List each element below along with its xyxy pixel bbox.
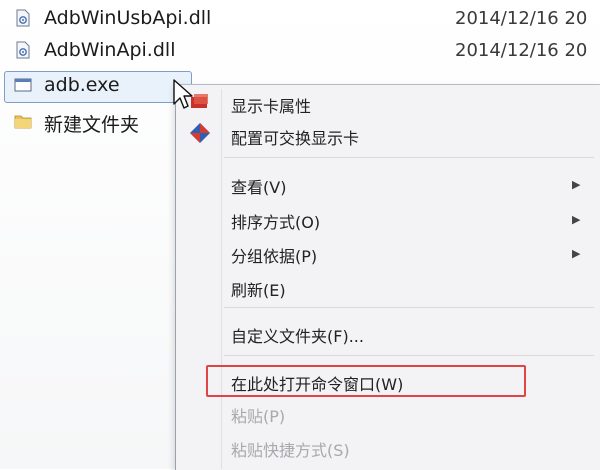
menu-item-view[interactable]: 查看(V) bbox=[231, 174, 286, 198]
menu-item-customize-folder[interactable]: 自定义文件夹(F)... bbox=[231, 323, 364, 347]
menu-separator bbox=[224, 355, 594, 356]
menu-item-display-properties[interactable]: 显示卡属性 bbox=[231, 93, 311, 117]
menu-item-group-by[interactable]: 分组依据(P) bbox=[231, 243, 317, 267]
file-date: 2014/12/16 20 bbox=[455, 8, 588, 29]
folder-icon bbox=[14, 115, 32, 129]
file-name: AdbWinApi.dll bbox=[44, 39, 176, 61]
menu-separator bbox=[224, 307, 594, 308]
submenu-arrow-icon: ▶ bbox=[572, 247, 581, 260]
menu-separator bbox=[224, 157, 594, 158]
switchable-graphics-icon bbox=[190, 123, 210, 143]
context-menu: 显示卡属性 配置可交换显示卡 查看(V) ▶ 排序方式(O) ▶ 分组依据(P)… bbox=[175, 84, 600, 470]
dll-file-icon bbox=[16, 9, 30, 27]
menu-item-refresh[interactable]: 刷新(E) bbox=[231, 277, 286, 301]
file-row-adbwinapi[interactable]: AdbWinApi.dll 2014/12/16 20 bbox=[0, 36, 600, 64]
exe-file-icon bbox=[14, 78, 32, 92]
menu-item-paste: 粘贴(P) bbox=[231, 407, 286, 426]
file-row-adbwinusbapi[interactable]: AdbWinUsbApi.dll 2014/12/16 20 bbox=[0, 4, 600, 32]
mouse-cursor-icon bbox=[173, 79, 193, 109]
file-name: adb.exe bbox=[44, 74, 120, 96]
menu-item-switchable-graphics[interactable]: 配置可交换显示卡 bbox=[231, 125, 359, 149]
submenu-arrow-icon: ▶ bbox=[572, 178, 581, 191]
menu-icon-gutter bbox=[221, 89, 222, 469]
dll-file-icon bbox=[16, 41, 30, 59]
menu-item-paste-shortcut: 粘贴快捷方式(S) bbox=[231, 441, 350, 460]
menu-item-open-command-window[interactable]: 在此处打开命令窗口(W) bbox=[231, 371, 403, 395]
menu-item-sort-by[interactable]: 排序方式(O) bbox=[231, 209, 320, 233]
file-date: 2014/12/16 20 bbox=[455, 40, 588, 61]
file-name: AdbWinUsbApi.dll bbox=[44, 7, 212, 29]
file-name: 新建文件夹 bbox=[44, 114, 140, 136]
submenu-arrow-icon: ▶ bbox=[572, 213, 581, 226]
